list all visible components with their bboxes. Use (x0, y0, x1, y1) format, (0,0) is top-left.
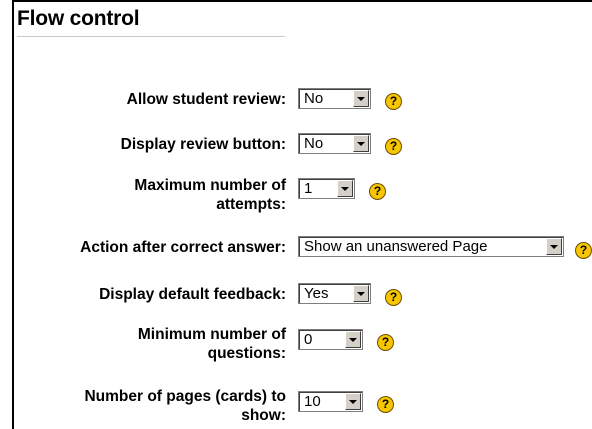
field-label: Number of pages (cards) to show: (84, 388, 286, 424)
field-label: Maximum number of attempts: (134, 177, 286, 213)
chevron-down-icon[interactable] (353, 135, 369, 152)
chevron-down-icon[interactable] (345, 393, 361, 410)
help-question-icon[interactable]: ? (369, 183, 386, 200)
chevron-down-icon[interactable] (353, 90, 369, 107)
help-question-icon[interactable]: ? (377, 334, 394, 351)
help-question-icon[interactable]: ? (377, 396, 394, 413)
selected-value: 10 (304, 393, 321, 410)
field-label: Minimum number of questions: (137, 326, 286, 362)
title-underline (17, 36, 285, 37)
chevron-down-icon[interactable] (345, 331, 361, 348)
field-label: Display review button: (120, 136, 286, 153)
selected-value: 1 (304, 180, 313, 197)
maximum-attempts-select[interactable]: 1 (298, 178, 355, 199)
display-review-button-select[interactable]: No (298, 133, 371, 154)
selected-value: Yes (304, 285, 329, 302)
help-question-icon[interactable]: ? (385, 93, 402, 110)
chevron-down-icon[interactable] (546, 238, 562, 255)
allow-student-review-select[interactable]: No (298, 88, 371, 109)
selected-value: 0 (304, 331, 313, 348)
section-title: Flow control (17, 7, 140, 30)
field-label: Action after correct answer: (80, 239, 286, 256)
chevron-down-icon[interactable] (337, 180, 353, 197)
action-after-correct-select[interactable]: Show an unanswered Page (298, 236, 564, 257)
frame-top-border (12, 0, 592, 2)
help-question-icon[interactable]: ? (575, 242, 592, 259)
field-label: Display default feedback: (99, 286, 286, 303)
frame-left-border (12, 0, 14, 429)
selected-value: Show an unanswered Page (304, 238, 488, 255)
pages-to-show-select[interactable]: 10 (298, 391, 363, 412)
help-question-icon[interactable]: ? (385, 138, 402, 155)
minimum-questions-select[interactable]: 0 (298, 329, 363, 350)
selected-value: No (304, 135, 324, 152)
display-default-feedback-select[interactable]: Yes (298, 283, 371, 304)
selected-value: No (304, 90, 324, 107)
chevron-down-icon[interactable] (353, 285, 369, 302)
help-question-icon[interactable]: ? (385, 289, 402, 306)
field-label: Allow student review: (126, 91, 286, 108)
